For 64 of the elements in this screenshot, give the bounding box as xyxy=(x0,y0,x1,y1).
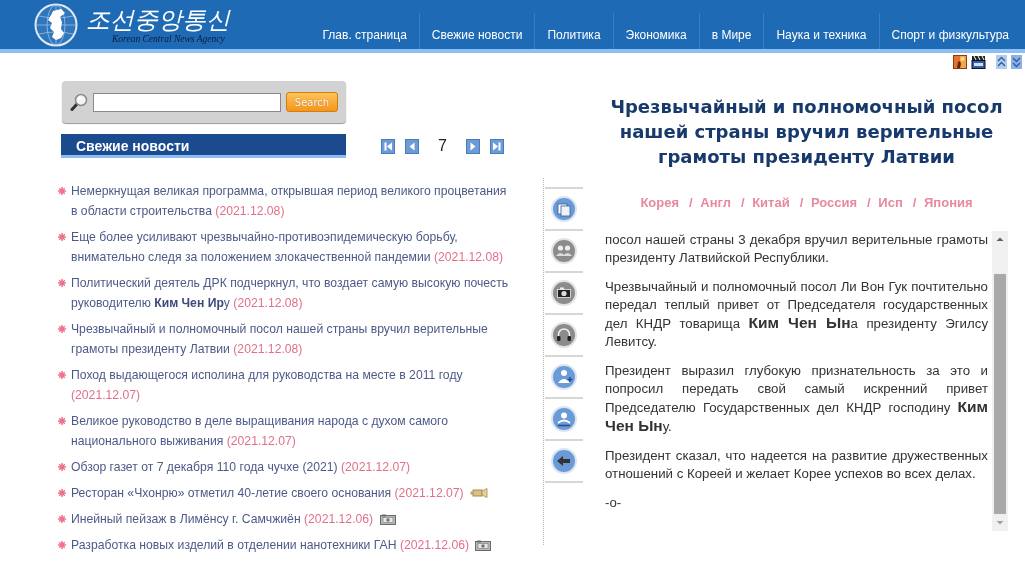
search-field[interactable] xyxy=(93,92,281,112)
bullet-icon xyxy=(58,541,66,549)
person-icon[interactable] xyxy=(551,406,577,432)
camera-icon xyxy=(475,540,492,551)
article-paragraph: посол нашей страны 3 декабря вручил верительные грамоты президенту Латвийской Республики. xyxy=(605,231,988,267)
page-number: 7 xyxy=(437,137,448,155)
nav-link[interactable]: Спорт и физкультура xyxy=(878,13,1021,49)
language-separator: / xyxy=(799,195,804,210)
bullet-icon xyxy=(58,325,66,333)
globe-logo-icon xyxy=(34,2,78,47)
news-link[interactable]: Обзор газет от 7 декабря 110 года чучхе (2021) (2021.12.07) xyxy=(71,457,411,477)
photo-icon[interactable] xyxy=(953,54,967,69)
news-link[interactable]: Разработка новых изделий в отделении нанотехники ГАН (2021.12.06) xyxy=(71,535,470,555)
double-chevron-down-icon[interactable] xyxy=(1011,54,1022,69)
news-link[interactable]: Чрезвычайный и полномочный посол нашей страны вручил верительные грамоты президенту Латвии (2021.12.08) xyxy=(71,319,511,359)
language-separator: / xyxy=(740,195,745,210)
news-link[interactable]: Ресторан «Чхонрю» отметил 40-летие своего основания (2021.12.07) xyxy=(71,483,464,503)
camera-icon[interactable] xyxy=(551,280,577,306)
scrollbar-thumb[interactable] xyxy=(994,274,1006,514)
article-paragraph: Президент выразил глубокую признательность за это и попросил передать свой самый искренний привет Председателю Государственных дел КНДР господину Ким Чен Ыну. xyxy=(605,362,988,436)
video-camera-icon xyxy=(470,488,489,498)
logo-title: 조선중앙통신 xyxy=(86,6,230,34)
next-page-icon[interactable] xyxy=(466,138,480,154)
article-title: Чрезвычайный и полномочный посол нашей страны вручил верительные грамоты президенту Латвии xyxy=(609,95,1004,169)
bullet-icon xyxy=(58,489,66,497)
bullet-icon xyxy=(58,233,66,241)
bullet-icon xyxy=(58,187,66,195)
article-paragraph: Президент сказал, что надеется на развитие дружественных отношений с Кореей и желает Корее успехов во всех делах. xyxy=(605,447,988,483)
bullet-icon xyxy=(58,463,66,471)
article-paragraph: Чрезвычайный и полномочный посол Ли Вон Гук почтительно передал теплый привет от Председателя государственных дел КНДР товарища Ким Чен Ына президенту Эгилсу Левитсу. xyxy=(605,278,988,351)
language-separator: / xyxy=(689,195,693,210)
nav-link[interactable]: Экономика xyxy=(612,13,699,49)
search-icon xyxy=(70,93,88,111)
last-page-icon[interactable] xyxy=(490,138,504,154)
news-link[interactable]: Политический деятель ДРК подчеркнул, что воздает самую высокую почесть руководителю Ким Чен Иру (2021.12.08) xyxy=(71,273,511,313)
clapperboard-icon[interactable] xyxy=(971,54,986,69)
news-link[interactable]: Инейный пейзаж в Лимёнсу г. Самчжиён (2021.12.06) xyxy=(71,509,374,529)
people-icon[interactable] xyxy=(551,238,577,264)
section-header: Свежие новости xyxy=(61,134,346,158)
news-link[interactable]: Поход выдающегося исполина для руководства на месте в 2011 году (2021.12.07) xyxy=(71,365,511,405)
headphones-icon[interactable] xyxy=(551,322,577,348)
news-link[interactable]: Еще более усиливают чрезвычайно-противоэпидемическую борьбу, внимательно следя за положением злокачественной пандемии (2021.12.08) xyxy=(71,227,511,267)
article-paragraph: -o- xyxy=(605,494,623,512)
add-person-icon[interactable] xyxy=(551,364,577,390)
logo-subtitle: Korean Central News Agency xyxy=(112,34,226,45)
language-separator: / xyxy=(867,195,871,210)
nav-link[interactable]: Наука и техника xyxy=(763,13,879,49)
nav-link[interactable]: Политика xyxy=(534,13,613,49)
double-chevron-up-icon[interactable] xyxy=(996,54,1007,69)
bullet-icon xyxy=(58,371,66,379)
bullet-icon xyxy=(58,279,66,287)
nav-link[interactable]: в Мире xyxy=(698,13,764,49)
camera-icon xyxy=(379,514,396,525)
bullet-icon xyxy=(58,417,66,425)
news-link[interactable]: Немеркнущая великая программа, открывшая период великого процветания в области строительства (2021.12.08) xyxy=(71,181,511,221)
scrollbar[interactable] xyxy=(992,231,1008,531)
language-separator: / xyxy=(912,195,917,210)
nav-link[interactable]: Свежие новости xyxy=(418,13,535,49)
document-icon[interactable] xyxy=(551,196,577,222)
bullet-icon xyxy=(58,515,66,523)
news-link[interactable]: Великое руководство в деле выращивания народа с духом самого национального выживания (2021.12.07) xyxy=(71,411,511,451)
first-page-icon[interactable] xyxy=(381,138,395,154)
previous-page-icon[interactable] xyxy=(405,138,419,154)
nav-link[interactable]: Глав. страница xyxy=(310,13,419,49)
